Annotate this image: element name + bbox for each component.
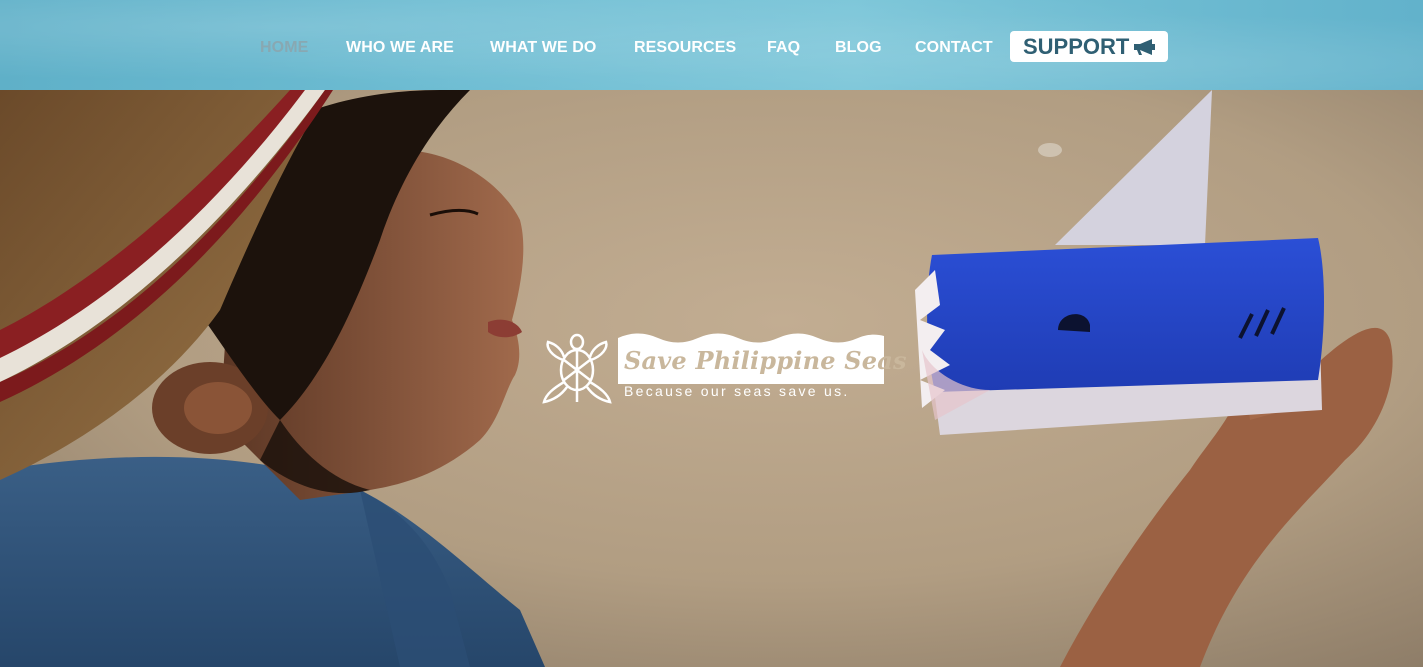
page: HOME WHO WE ARE WHAT WE DO RESOURCES FAQ… <box>0 0 1423 667</box>
logo-tagline: Because our seas save us. <box>624 383 850 399</box>
logo-name: Save Philippine Seas <box>624 346 907 375</box>
nav-who-we-are[interactable]: WHO WE ARE <box>346 39 454 57</box>
site-logo[interactable]: Save Philippine Seas Because our seas sa… <box>540 330 907 408</box>
support-button[interactable]: SUPPORT <box>1010 31 1168 62</box>
nav-what-we-do[interactable]: WHAT WE DO <box>490 39 596 57</box>
support-label: SUPPORT <box>1023 34 1130 59</box>
nav-blog[interactable]: BLOG <box>835 39 882 57</box>
turtle-icon <box>542 333 612 404</box>
megaphone-icon <box>1134 39 1155 55</box>
hero-image: Save Philippine Seas Because our seas sa… <box>0 90 1423 667</box>
main-nav: HOME WHO WE ARE WHAT WE DO RESOURCES FAQ… <box>0 30 1423 66</box>
nav-contact[interactable]: CONTACT <box>915 39 993 57</box>
nav-faq[interactable]: FAQ <box>767 39 800 57</box>
nav-resources[interactable]: RESOURCES <box>634 39 736 57</box>
nav-home[interactable]: HOME <box>260 39 308 57</box>
